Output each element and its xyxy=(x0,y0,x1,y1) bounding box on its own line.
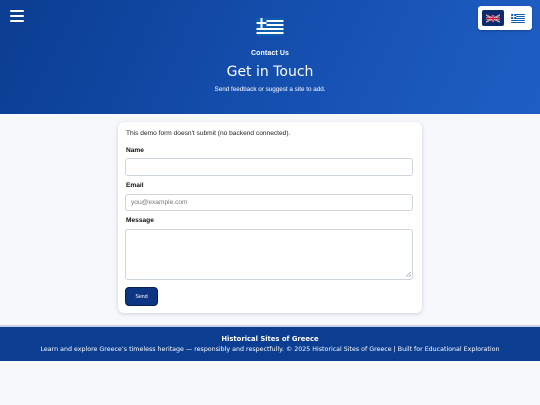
demo-notice: This demo form doesn't submit (no backen… xyxy=(126,130,291,137)
greek-flag-icon xyxy=(511,13,525,23)
language-english-button[interactable] xyxy=(482,10,504,26)
email-input[interactable] xyxy=(125,194,413,211)
greek-flag-icon xyxy=(256,18,284,36)
hero-header: Contact Us Get in Touch Send feedback or… xyxy=(0,0,540,114)
uk-flag-icon xyxy=(486,13,500,23)
footer-text: Learn and explore Greece’s timeless heri… xyxy=(40,346,500,353)
name-label: Name xyxy=(126,147,144,154)
email-label: Email xyxy=(126,182,144,189)
name-input[interactable] xyxy=(125,158,413,176)
contact-form-card: This demo form doesn't submit (no backen… xyxy=(118,122,422,313)
message-label: Message xyxy=(126,217,154,224)
message-textarea[interactable] xyxy=(125,229,413,280)
footer-title: Historical Sites of Greece xyxy=(221,335,319,343)
site-footer: Historical Sites of Greece Learn and exp… xyxy=(0,325,540,361)
language-greek-button[interactable] xyxy=(507,10,529,26)
hamburger-menu-icon[interactable] xyxy=(10,10,24,23)
page-subtitle: Send feedback or suggest a site to add. xyxy=(214,86,326,93)
page-title: Get in Touch xyxy=(226,64,314,80)
send-button[interactable]: Send xyxy=(126,288,157,305)
language-switcher xyxy=(478,6,532,30)
textarea-resize-handle[interactable] xyxy=(406,272,411,277)
page-kicker: Contact Us xyxy=(251,50,289,57)
